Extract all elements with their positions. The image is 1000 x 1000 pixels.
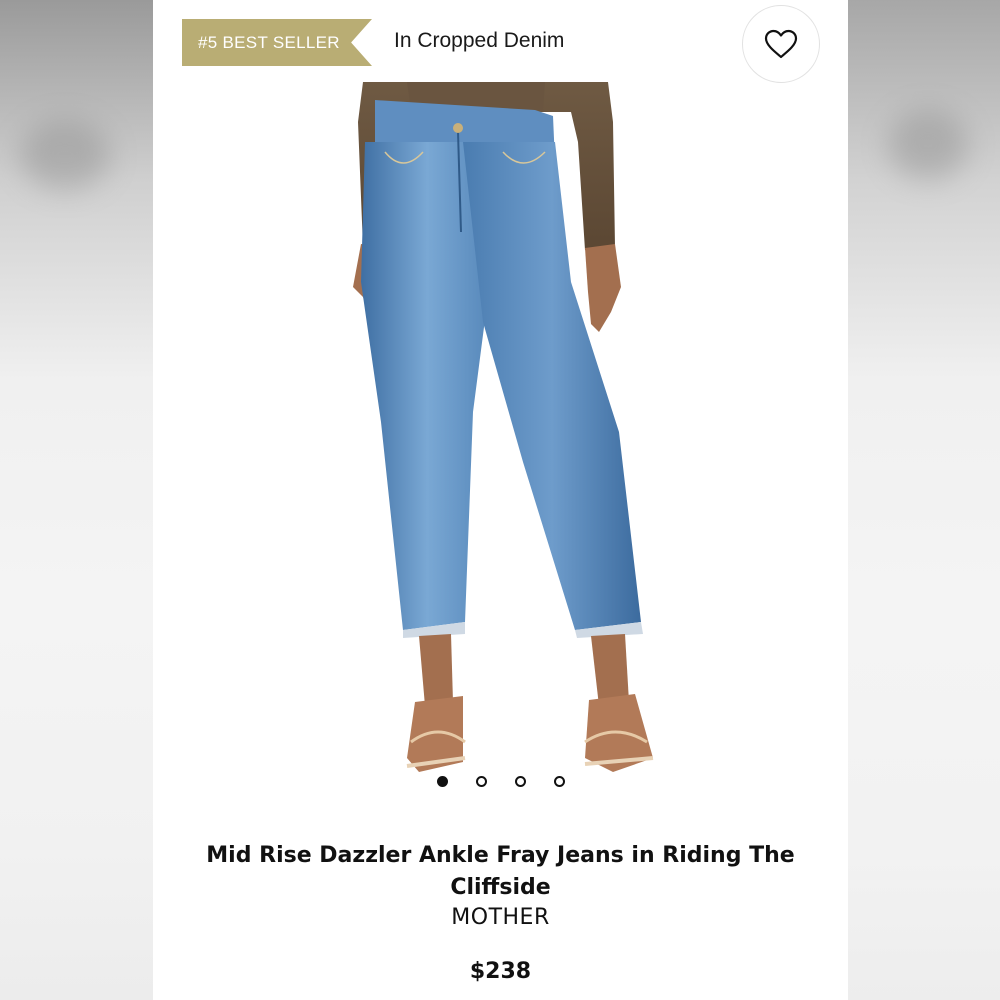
- blurred-background-right: [848, 0, 1000, 1000]
- favorite-button[interactable]: [742, 5, 820, 83]
- best-seller-badge-label: #5 BEST SELLER: [198, 32, 340, 52]
- carousel-dot-3[interactable]: [514, 776, 526, 787]
- image-carousel-dots: [153, 776, 848, 787]
- product-title[interactable]: Mid Rise Dazzler Ankle Fray Jeans in Rid…: [183, 840, 818, 904]
- heart-icon: [764, 29, 798, 59]
- product-card: #5 BEST SELLER In Cropped Denim Mid Rise…: [153, 0, 848, 1000]
- blurred-background-left: [0, 0, 153, 1000]
- best-seller-badge: #5 BEST SELLER: [182, 19, 372, 66]
- category-link[interactable]: In Cropped Denim: [394, 29, 564, 53]
- carousel-dot-4[interactable]: [553, 776, 565, 787]
- carousel-dot-1[interactable]: [436, 776, 448, 787]
- carousel-dot-2[interactable]: [475, 776, 487, 787]
- product-price: $238: [469, 959, 532, 984]
- product-image[interactable]: [323, 82, 683, 796]
- app-frame: #5 BEST SELLER In Cropped Denim Mid Rise…: [0, 0, 1000, 1000]
- product-brand[interactable]: MOTHER: [153, 905, 848, 930]
